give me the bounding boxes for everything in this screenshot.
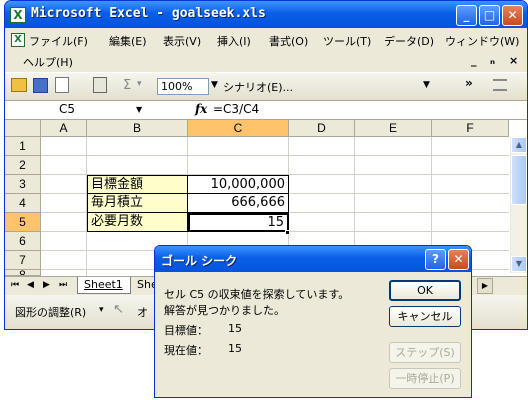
formula-value: =C3/C4 xyxy=(213,102,260,116)
autosum-dropdown-icon[interactable]: ▾ xyxy=(137,79,142,89)
status-line-1: セル C5 の収束値を探索しています。 xyxy=(164,288,350,301)
doc-minimize-button[interactable]: _ xyxy=(471,54,477,67)
scroll-up-button[interactable]: ▲ xyxy=(511,137,527,153)
current-value: 15 xyxy=(228,342,242,355)
step-button[interactable]: ステップ(S) xyxy=(389,342,461,363)
status-line-2: 解答が見つかりました。 xyxy=(164,304,285,317)
menu-edit[interactable]: 編集(E) xyxy=(109,33,147,49)
dialog-close-button[interactable]: ✕ xyxy=(448,249,469,270)
cancel-button[interactable]: キャンセル xyxy=(389,306,461,327)
vertical-scrollbar[interactable]: ▲ ▼ xyxy=(510,137,527,273)
cell-b5[interactable]: 必要月数 xyxy=(87,213,188,232)
first-sheet-icon[interactable]: ⏮ xyxy=(11,280,19,290)
row-header-1[interactable]: 1 xyxy=(5,137,41,156)
row-header-6[interactable]: 6 xyxy=(5,232,41,251)
title-bar: X Microsoft Excel - goalseek.xls _ □ ✕ xyxy=(5,1,527,28)
row-header-7[interactable]: 7 xyxy=(5,251,41,270)
toolbar-options-icon[interactable]: » xyxy=(465,76,473,90)
last-sheet-icon[interactable]: ⏭ xyxy=(59,280,67,290)
column-header-a[interactable]: A xyxy=(41,120,87,137)
menu-data[interactable]: データ(D) xyxy=(384,33,434,49)
scroll-down-button[interactable]: ▼ xyxy=(511,256,527,272)
excel-app-icon: X xyxy=(10,7,26,23)
menu-view[interactable]: 表示(V) xyxy=(163,33,201,49)
name-box-value: C5 xyxy=(59,102,76,116)
sheet-tab-1[interactable]: Sheet1 xyxy=(77,277,131,294)
print-icon[interactable] xyxy=(55,77,69,93)
target-value-label: 目標値： xyxy=(164,324,208,337)
cell-b3[interactable]: 目標金額 xyxy=(87,175,188,194)
cell-c4[interactable]: 666,666 xyxy=(188,194,289,213)
menu-bar: X ファイル(F) 編集(E) 表示(V) 挿入(I) 書式(O) ツール(T)… xyxy=(5,28,527,72)
align-icon[interactable] xyxy=(493,79,507,91)
zoom-dropdown-icon[interactable]: ▼ xyxy=(211,80,218,90)
dialog-title-bar: ゴール シーク ? ✕ xyxy=(155,246,471,272)
dialog-help-button[interactable]: ? xyxy=(425,249,446,270)
menu-help[interactable]: ヘルプ(H) xyxy=(23,54,73,70)
name-box[interactable]: C5 xyxy=(5,101,155,119)
open-icon[interactable] xyxy=(11,78,27,92)
paste-icon[interactable] xyxy=(93,77,107,93)
dialog-title: ゴール シーク xyxy=(161,254,238,268)
minimize-button[interactable]: _ xyxy=(456,5,477,26)
save-icon[interactable] xyxy=(33,78,48,93)
row-header-5[interactable]: 5 xyxy=(5,213,41,232)
window-title: Microsoft Excel - goalseek.xls xyxy=(31,6,266,21)
menu-window[interactable]: ウィンドウ(W) xyxy=(445,33,519,49)
fx-icon[interactable]: fx xyxy=(195,102,207,116)
scroll-thumb[interactable] xyxy=(511,155,527,205)
workbook-icon[interactable]: X xyxy=(11,33,25,47)
cell-b4[interactable]: 毎月積立 xyxy=(87,194,188,213)
formula-bar: C5 ▼ fx =C3/C4 xyxy=(5,100,527,120)
column-header-f[interactable]: F xyxy=(432,120,509,137)
current-value-label: 現在値： xyxy=(164,344,208,357)
zoom-select[interactable]: 100% xyxy=(157,78,209,95)
formula-input[interactable]: =C3/C4 xyxy=(213,102,513,118)
close-button[interactable]: ✕ xyxy=(502,5,523,26)
shape-adjust-dropdown-icon[interactable]: ▾ xyxy=(99,305,104,315)
scenario-value: シナリオ(E)... xyxy=(223,81,294,94)
column-header-d[interactable]: D xyxy=(289,120,355,137)
maximize-button[interactable]: □ xyxy=(479,5,500,26)
autosum-icon[interactable]: Σ xyxy=(123,78,131,93)
column-header-e[interactable]: E xyxy=(355,120,432,137)
goal-seek-dialog: ゴール シーク ? ✕ セル C5 の収束値を探索しています。 解答が見つかりま… xyxy=(154,245,472,398)
column-header-c[interactable]: C xyxy=(188,120,289,137)
sheet-tab-1-label: Sheet1 xyxy=(84,278,123,291)
select-objects-icon[interactable]: ↖ xyxy=(113,302,124,317)
autoshape-menu[interactable]: オ xyxy=(137,304,148,320)
doc-close-button[interactable]: × xyxy=(509,54,518,67)
menu-insert[interactable]: 挿入(I) xyxy=(217,33,251,49)
cell-c3[interactable]: 10,000,000 xyxy=(188,175,289,194)
next-sheet-icon[interactable]: ▶ xyxy=(43,280,50,290)
shape-adjust-menu[interactable]: 図形の調整(R) xyxy=(15,304,86,320)
scenario-dropdown-icon[interactable]: ▼ xyxy=(423,80,430,90)
hscroll-right-button[interactable]: ▶ xyxy=(477,278,493,294)
target-value: 15 xyxy=(228,322,242,335)
menu-format[interactable]: 書式(O) xyxy=(269,33,308,49)
scenario-select[interactable]: シナリオ(E)... xyxy=(221,78,433,95)
row-header-4[interactable]: 4 xyxy=(5,194,41,213)
menu-tools[interactable]: ツール(T) xyxy=(323,33,371,49)
zoom-value: 100% xyxy=(161,80,193,93)
cell-c5[interactable]: 15 xyxy=(188,213,289,232)
standard-toolbar: Σ ▾ 100% ▼ シナリオ(E)... ▼ » xyxy=(5,72,527,100)
row-header-2[interactable]: 2 xyxy=(5,156,41,175)
name-box-dropdown-icon[interactable]: ▼ xyxy=(136,105,142,114)
row-header-3[interactable]: 3 xyxy=(5,175,41,194)
menu-file[interactable]: ファイル(F) xyxy=(29,33,88,49)
prev-sheet-icon[interactable]: ◀ xyxy=(27,280,34,290)
ok-button[interactable]: OK xyxy=(389,280,461,301)
doc-restore-button[interactable]: ₙ xyxy=(490,54,495,67)
column-header-b[interactable]: B xyxy=(87,120,188,137)
pause-button[interactable]: 一時停止(P) xyxy=(389,368,461,389)
select-all-corner[interactable] xyxy=(5,120,41,137)
fill-handle[interactable] xyxy=(285,230,290,235)
